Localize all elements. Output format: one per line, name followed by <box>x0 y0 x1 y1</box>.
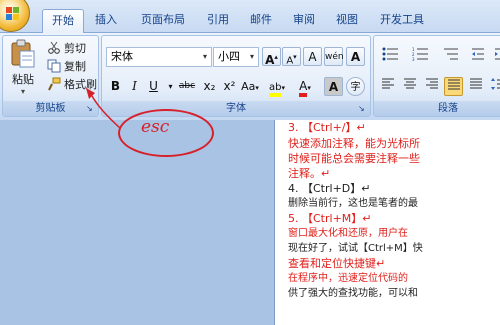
phonetic-guide-button[interactable]: wén <box>324 47 344 66</box>
multilevel-list-icon <box>444 48 458 60</box>
highlighter-icon: ab <box>269 82 282 97</box>
font-size-combo[interactable]: 小四 ▾ <box>213 47 259 67</box>
bold-button[interactable]: B <box>106 77 125 96</box>
grow-font-button[interactable]: A▴ <box>262 47 281 67</box>
line-spacing-icon <box>490 78 500 90</box>
office-button[interactable] <box>0 0 30 32</box>
paste-icon <box>11 39 35 68</box>
ribbon-tab-bar: 开始 插入 页面布局 引用 邮件 审阅 视图 开发工具 <box>0 0 500 34</box>
subscript-button[interactable]: x₂ <box>200 77 219 96</box>
justify-icon <box>447 79 460 90</box>
superscript-button[interactable]: x² <box>220 77 239 96</box>
tab-review[interactable]: 审阅 <box>289 9 319 33</box>
copy-button[interactable]: 复制 <box>47 58 86 74</box>
paste-label: 粘贴 <box>12 73 34 86</box>
tab-page-layout[interactable]: 页面布局 <box>136 9 190 33</box>
font-name-dropdown-icon[interactable]: ▾ <box>199 48 211 66</box>
format-painter-button[interactable]: 格式刷 <box>47 76 97 92</box>
enclose-char-button[interactable]: 字 <box>346 77 365 96</box>
doc-line: 5. 【Ctrl+M】↵ <box>288 212 372 225</box>
decrease-indent-button[interactable] <box>468 47 488 66</box>
doc-line: 3. 【Ctrl+/】↵ <box>288 121 366 134</box>
align-left-icon <box>381 78 394 89</box>
align-left-button[interactable] <box>378 77 397 96</box>
tab-references[interactable]: 引用 <box>203 9 233 33</box>
char-border-button[interactable]: A <box>346 47 365 66</box>
font-color-button[interactable]: A▾ <box>292 77 318 97</box>
paragraph-group-label: 段落 <box>374 101 500 116</box>
doc-line: 时候可能总会需要注释一些 <box>288 152 420 165</box>
format-painter-icon <box>48 77 61 91</box>
clipboard-group: 粘贴 ▾ 剪切 复制 格式刷 剪贴板 ↘ <box>2 35 99 117</box>
cut-label: 剪切 <box>64 42 86 55</box>
paste-dropdown-icon[interactable]: ▾ <box>21 87 25 96</box>
line-spacing-button[interactable] <box>488 77 500 96</box>
strikethrough-button[interactable]: abc <box>176 77 198 96</box>
cut-button[interactable]: 剪切 <box>47 40 86 56</box>
increase-indent-icon <box>495 48 500 60</box>
bullets-icon <box>382 47 398 61</box>
font-group: 宋体 ▾ 小四 ▾ A▴ A▾ A wén A B I U ▾ abc x₂ x… <box>101 35 371 117</box>
annotation-label: esc <box>141 117 170 137</box>
font-launcher-icon[interactable]: ↘ <box>358 104 368 114</box>
scissors-icon <box>48 41 60 54</box>
char-shading-button[interactable]: A <box>324 77 343 96</box>
svg-text:3: 3 <box>412 57 415 61</box>
numbering-icon: 1 2 3 <box>412 47 428 62</box>
doc-line: 查看和定位快捷键↵ <box>288 257 386 270</box>
doc-line: 现在好了，试试【Ctrl+M】快 <box>288 243 423 254</box>
justify-button[interactable] <box>444 77 463 96</box>
bullets-button[interactable] <box>378 47 404 66</box>
numbering-button[interactable]: 1 2 3 <box>408 47 434 66</box>
copy-label: 复制 <box>64 60 86 73</box>
clipboard-launcher-icon[interactable]: ↘ <box>86 104 96 114</box>
shrink-font-button[interactable]: A▾ <box>282 47 301 66</box>
align-right-button[interactable] <box>422 77 441 96</box>
clear-format-button[interactable]: A <box>303 47 322 66</box>
ribbon: 粘贴 ▾ 剪切 复制 格式刷 剪贴板 ↘ 宋体 ▾ 小四 ▾ A▴ A▾ A w… <box>0 33 500 120</box>
tab-view[interactable]: 视图 <box>332 9 362 33</box>
office-logo-icon <box>6 7 20 21</box>
increase-indent-button[interactable] <box>492 47 500 66</box>
highlight-button[interactable]: ab▾ <box>264 77 290 97</box>
align-center-button[interactable] <box>400 77 419 96</box>
font-size-dropdown-icon[interactable]: ▾ <box>246 48 258 66</box>
decrease-indent-icon <box>472 48 484 60</box>
copy-icon <box>47 59 61 73</box>
paste-button[interactable]: 粘贴 ▾ <box>7 39 39 97</box>
align-right-icon <box>425 78 438 89</box>
doc-line: 删除当前行，这也是笔者的最 <box>288 198 418 209</box>
doc-line: 供了强大的查找功能，可以和 <box>288 288 418 299</box>
distributed-align-button[interactable] <box>466 77 485 96</box>
align-center-icon <box>403 78 416 89</box>
doc-line: 在程序中，迅速定位代码的 <box>288 273 408 284</box>
tab-mailings[interactable]: 邮件 <box>246 9 276 33</box>
doc-line: 4. 【Ctrl+D】↵ <box>288 182 371 195</box>
doc-line: 快速添加注释，能为光标所 <box>288 137 420 150</box>
paragraph-group: 1 2 3 段落 <box>373 35 500 117</box>
font-name-value: 宋体 <box>111 50 133 63</box>
distributed-align-icon <box>469 78 482 89</box>
font-name-combo[interactable]: 宋体 ▾ <box>106 47 212 67</box>
tab-developer[interactable]: 开发工具 <box>375 9 429 33</box>
clipboard-group-label: 剪贴板 <box>3 101 98 116</box>
tab-insert[interactable]: 插入 <box>89 9 123 33</box>
doc-line: 注释。↵ <box>288 167 331 180</box>
tab-home[interactable]: 开始 <box>42 9 84 34</box>
format-painter-label: 格式刷 <box>64 78 97 91</box>
font-size-value: 小四 <box>218 50 240 63</box>
italic-button[interactable]: I <box>125 77 144 96</box>
doc-line: 窗口最大化和还原，用户在 <box>288 228 408 239</box>
change-case-button[interactable]: Aa▾ <box>239 77 261 96</box>
multilevel-list-button[interactable] <box>438 47 464 66</box>
